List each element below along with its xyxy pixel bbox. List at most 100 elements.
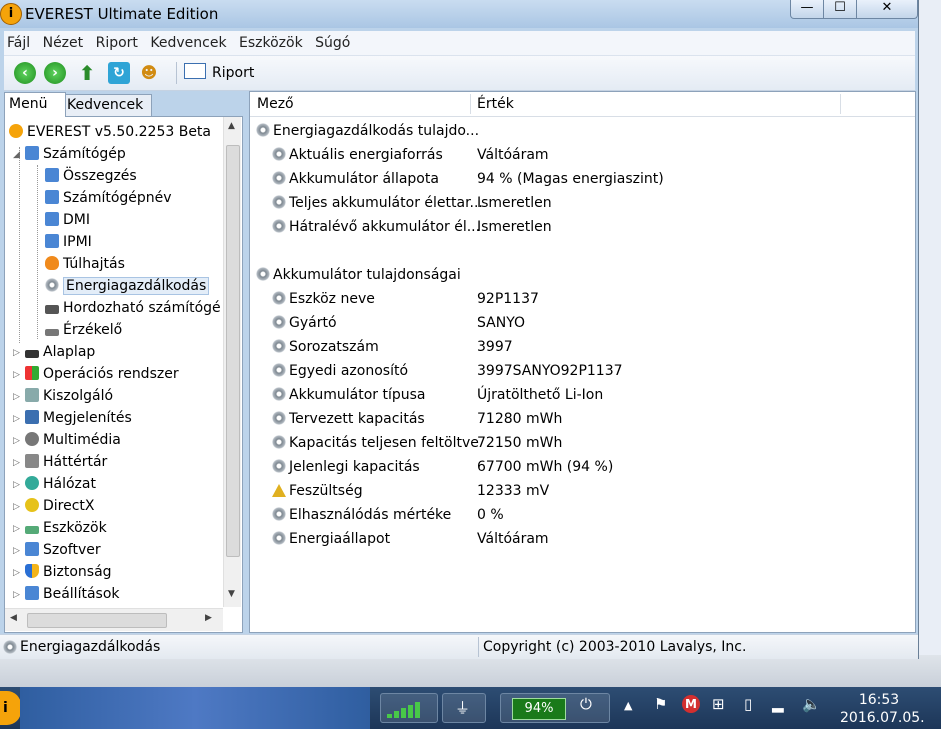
tree-item-directx[interactable]: DirectX: [25, 495, 95, 517]
expand-arrow-icon[interactable]: ▷: [13, 458, 21, 468]
tree-item-storage[interactable]: Háttértár: [25, 451, 107, 473]
tree-item-portable[interactable]: Hordozható számítógé: [45, 297, 221, 319]
table-row[interactable]: Egyedi azonosító: [272, 359, 408, 383]
tab-menu[interactable]: Menü: [4, 92, 66, 117]
computer-icon: [25, 146, 39, 160]
tree-item-display[interactable]: Megjelenítés: [25, 407, 132, 429]
tree-item-label: Alaplap: [43, 344, 96, 360]
tree-item-sensor[interactable]: Érzékelő: [45, 319, 122, 341]
tree-item-overclock[interactable]: Túlhajtás: [45, 253, 125, 275]
close-button[interactable]: ✕: [856, 0, 918, 19]
expand-arrow-icon[interactable]: ▷: [13, 348, 21, 358]
back-arrow-icon[interactable]: ‹: [14, 62, 36, 84]
tree-item-computer[interactable]: Számítógép: [25, 143, 126, 165]
taskbar-antenna-widget[interactable]: ⏚: [442, 693, 486, 723]
network-bars-icon[interactable]: ▂: [772, 695, 784, 713]
expand-arrow-icon[interactable]: ▷: [13, 480, 21, 490]
tree-item-root[interactable]: EVEREST v5.50.2253 Beta: [9, 121, 211, 143]
tree-vertical-scrollbar[interactable]: ▲ ▼: [223, 117, 241, 607]
report-button[interactable]: Riport: [184, 62, 254, 84]
tray-overflow-chevron-icon[interactable]: ▲: [624, 699, 632, 712]
users-icon[interactable]: ☻: [138, 62, 160, 84]
scroll-down-arrow-icon[interactable]: ▼: [228, 589, 235, 599]
tree-item-computer-name[interactable]: Számítógépnév: [45, 187, 172, 209]
expand-arrow-icon[interactable]: ▷: [13, 568, 21, 578]
column-divider[interactable]: [840, 94, 841, 114]
taskbar-signal-widget[interactable]: [380, 693, 438, 723]
table-row[interactable]: Elhasználódás mértéke: [272, 503, 451, 527]
scroll-right-arrow-icon[interactable]: ▶: [205, 613, 212, 623]
taskbar-clock[interactable]: 16:53 2016.07.05.: [840, 691, 925, 727]
tree-item-label: Biztonság: [43, 564, 112, 580]
menu-file[interactable]: Fájl: [4, 31, 33, 55]
section-title: Energiagazdálkodás tulajdo...: [273, 123, 480, 139]
computer-icon: [45, 234, 59, 248]
expand-arrow-icon[interactable]: ▷: [13, 524, 21, 534]
tree-item-ipmi[interactable]: IPMI: [45, 231, 92, 253]
battery-tray-icon[interactable]: ▯: [744, 695, 752, 713]
section-header[interactable]: Akkumulátor tulajdonságai: [256, 263, 461, 287]
tree-item-security[interactable]: Biztonság: [25, 561, 112, 583]
title-bar[interactable]: i EVEREST Ultimate Edition — ☐ ✕: [0, 0, 918, 28]
expand-arrow-icon[interactable]: ▷: [13, 590, 21, 600]
mega-icon[interactable]: M: [682, 695, 700, 713]
table-row[interactable]: Akkumulátor típusa: [272, 383, 426, 407]
menu-report[interactable]: Riport: [93, 31, 141, 55]
expand-arrow-icon[interactable]: ▷: [13, 370, 21, 380]
scroll-up-arrow-icon[interactable]: ▲: [228, 121, 235, 131]
volume-icon[interactable]: 🔈: [802, 695, 821, 713]
tree-item-settings[interactable]: Beállítások: [25, 583, 120, 605]
refresh-icon[interactable]: ↻: [108, 62, 130, 84]
tree-item-motherboard[interactable]: Alaplap: [25, 341, 95, 363]
section-header[interactable]: Energiagazdálkodás tulajdo...: [256, 119, 479, 143]
table-row[interactable]: Kapacitás teljesen feltöltve: [272, 431, 479, 455]
tree-item-server[interactable]: Kiszolgáló: [25, 385, 113, 407]
scrollbar-thumb[interactable]: [27, 613, 167, 628]
expand-arrow-icon[interactable]: ▷: [13, 436, 21, 446]
expand-arrow-icon[interactable]: ▷: [13, 392, 21, 402]
tree-item-multimedia[interactable]: Multimédia: [25, 429, 121, 451]
table-row[interactable]: Akkumulátor állapota: [272, 167, 439, 191]
scroll-left-arrow-icon[interactable]: ◀: [10, 613, 17, 623]
battery-level-badge: 94%: [512, 698, 566, 720]
tab-favorites[interactable]: Kedvencek: [62, 94, 152, 116]
tree-item-dmi[interactable]: DMI: [45, 209, 90, 231]
table-row[interactable]: Hátralévő akkumulátor él...: [272, 215, 480, 239]
scrollbar-thumb[interactable]: [226, 145, 240, 557]
tree-item-power-management[interactable]: Energiagazdálkodás: [45, 275, 210, 297]
up-folder-icon[interactable]: ⬆: [76, 62, 98, 84]
column-divider[interactable]: [470, 94, 471, 114]
collapse-arrow-icon[interactable]: ◢: [13, 150, 21, 160]
menu-help[interactable]: Súgó: [312, 31, 353, 55]
menu-favorites[interactable]: Kedvencek: [147, 31, 229, 55]
expand-arrow-icon[interactable]: ▷: [13, 414, 21, 424]
table-row[interactable]: Tervezett kapacitás: [272, 407, 425, 431]
tree-horizontal-scrollbar[interactable]: ◀ ▶: [5, 608, 223, 631]
tree-item-devices[interactable]: Eszközök: [25, 517, 107, 539]
expand-arrow-icon[interactable]: ▷: [13, 502, 21, 512]
tree-item-summary[interactable]: Összegzés: [45, 165, 137, 187]
menu-view[interactable]: Nézet: [40, 31, 87, 55]
maximize-button[interactable]: ☐: [823, 0, 857, 19]
column-header-value[interactable]: Érték: [477, 92, 514, 116]
table-row[interactable]: Jelenlegi kapacitás: [272, 455, 420, 479]
tree-item-os[interactable]: Operációs rendszer: [25, 363, 179, 385]
table-row[interactable]: Gyártó: [272, 311, 337, 335]
table-row[interactable]: Energiaállapot: [272, 527, 390, 551]
taskbar-app-info-icon[interactable]: i: [0, 691, 21, 725]
column-header-field[interactable]: Mező: [257, 92, 294, 116]
flag-error-icon[interactable]: ⚑: [654, 695, 667, 713]
table-row[interactable]: Feszültség: [272, 479, 363, 503]
table-row[interactable]: Teljes akkumulátor élettar...: [272, 191, 483, 215]
menu-tools[interactable]: Eszközök: [236, 31, 306, 55]
table-row[interactable]: Sorozatszám: [272, 335, 379, 359]
minimize-button[interactable]: —: [790, 0, 824, 19]
windows-logo-icon[interactable]: ⊞: [712, 695, 725, 713]
expand-arrow-icon[interactable]: ▷: [13, 546, 21, 556]
power-plug-icon[interactable]: ⏻: [580, 695, 592, 713]
tree-item-software[interactable]: Szoftver: [25, 539, 101, 561]
table-row[interactable]: Eszköz neve: [272, 287, 375, 311]
forward-arrow-icon[interactable]: ›: [44, 62, 66, 84]
table-row[interactable]: Aktuális energiaforrás: [272, 143, 443, 167]
tree-item-network[interactable]: Hálózat: [25, 473, 96, 495]
